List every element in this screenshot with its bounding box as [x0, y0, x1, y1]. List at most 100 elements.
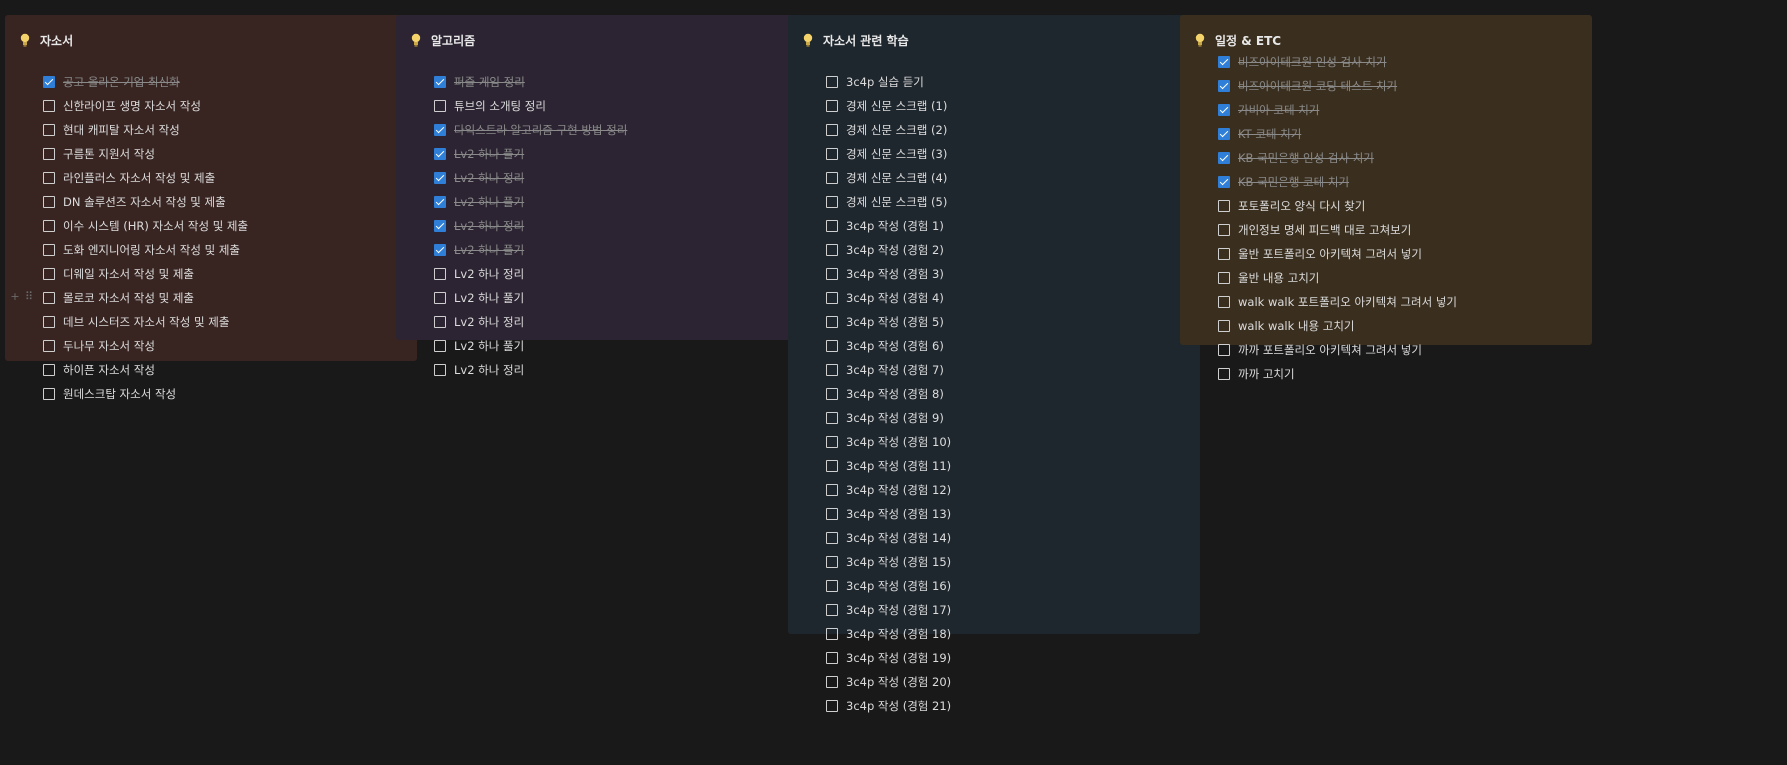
- todo-checkbox[interactable]: [1218, 176, 1230, 188]
- todo-item[interactable]: 3c4p 작성 (경험 4): [788, 286, 1200, 310]
- todo-checkbox[interactable]: [826, 268, 838, 280]
- todo-checkbox[interactable]: [826, 220, 838, 232]
- todo-checkbox[interactable]: [43, 244, 55, 256]
- todo-item[interactable]: 3c4p 작성 (경험 9): [788, 406, 1200, 430]
- todo-item[interactable]: 3c4p 작성 (경험 8): [788, 382, 1200, 406]
- todo-checkbox[interactable]: [1218, 152, 1230, 164]
- todo-item[interactable]: 3c4p 실습 듣기: [788, 70, 1200, 94]
- todo-item[interactable]: Lv2 하나 풀기: [396, 238, 808, 262]
- todo-item[interactable]: 3c4p 작성 (경험 12): [788, 478, 1200, 502]
- todo-checkbox[interactable]: [826, 196, 838, 208]
- todo-checkbox[interactable]: [434, 220, 446, 232]
- todo-item[interactable]: KB 국민은행 코테 치기: [1180, 170, 1592, 194]
- todo-checkbox[interactable]: [1218, 80, 1230, 92]
- todo-checkbox[interactable]: [434, 172, 446, 184]
- todo-checkbox[interactable]: [434, 244, 446, 256]
- todo-item[interactable]: 3c4p 작성 (경험 16): [788, 574, 1200, 598]
- todo-checkbox[interactable]: [43, 172, 55, 184]
- todo-item[interactable]: 경제 신문 스크랩 (5): [788, 190, 1200, 214]
- todo-item[interactable]: 신한라이프 생명 자소서 작성: [5, 94, 417, 118]
- todo-checkbox[interactable]: [826, 604, 838, 616]
- todo-checkbox[interactable]: [43, 364, 55, 376]
- todo-item[interactable]: Lv2 하나 정리: [396, 358, 808, 382]
- todo-checkbox[interactable]: [826, 508, 838, 520]
- todo-item[interactable]: Lv2 하나 풀기: [396, 334, 808, 358]
- todo-checkbox[interactable]: [43, 148, 55, 160]
- todo-item[interactable]: 개인정보 명세 피드백 대로 고쳐보기: [1180, 218, 1592, 242]
- todo-checkbox[interactable]: [43, 292, 55, 304]
- todo-checkbox[interactable]: [826, 100, 838, 112]
- todo-checkbox[interactable]: [826, 172, 838, 184]
- todo-checkbox[interactable]: [1218, 248, 1230, 260]
- todo-checkbox[interactable]: [434, 76, 446, 88]
- todo-item[interactable]: DN 솔루션즈 자소서 작성 및 제출: [5, 190, 417, 214]
- drag-handle-icon[interactable]: ⠿: [24, 291, 34, 303]
- todo-item[interactable]: 3c4p 작성 (경험 15): [788, 550, 1200, 574]
- todo-checkbox[interactable]: [43, 268, 55, 280]
- todo-checkbox[interactable]: [43, 76, 55, 88]
- todo-checkbox[interactable]: [434, 316, 446, 328]
- todo-checkbox[interactable]: [43, 124, 55, 136]
- todo-checkbox[interactable]: [1218, 344, 1230, 356]
- todo-item[interactable]: 3c4p 작성 (경험 3): [788, 262, 1200, 286]
- todo-checkbox[interactable]: [826, 244, 838, 256]
- todo-checkbox[interactable]: [434, 124, 446, 136]
- todo-item[interactable]: 원데스크탑 자소서 작성: [5, 382, 417, 406]
- todo-item[interactable]: 3c4p 작성 (경험 2): [788, 238, 1200, 262]
- todo-item[interactable]: 3c4p 작성 (경험 10): [788, 430, 1200, 454]
- todo-checkbox[interactable]: [826, 292, 838, 304]
- todo-item[interactable]: 까까 포트폴리오 아키텍쳐 그려서 넣기: [1180, 338, 1592, 362]
- todo-checkbox[interactable]: [1218, 200, 1230, 212]
- todo-checkbox[interactable]: [43, 220, 55, 232]
- todo-checkbox[interactable]: [1218, 128, 1230, 140]
- todo-item[interactable]: 라인플러스 자소서 작성 및 제출: [5, 166, 417, 190]
- todo-item[interactable]: 이수 시스템 (HR) 자소서 작성 및 제출: [5, 214, 417, 238]
- todo-checkbox[interactable]: [826, 412, 838, 424]
- todo-item[interactable]: 3c4p 작성 (경험 13): [788, 502, 1200, 526]
- todo-checkbox[interactable]: [826, 460, 838, 472]
- todo-checkbox[interactable]: [434, 364, 446, 376]
- todo-checkbox[interactable]: [434, 268, 446, 280]
- todo-checkbox[interactable]: [1218, 272, 1230, 284]
- todo-item[interactable]: Lv2 하나 풀기: [396, 190, 808, 214]
- todo-checkbox[interactable]: [434, 100, 446, 112]
- todo-checkbox[interactable]: [1218, 368, 1230, 380]
- plus-icon[interactable]: +: [10, 291, 20, 303]
- todo-item[interactable]: Lv2 하나 정리: [396, 262, 808, 286]
- todo-checkbox[interactable]: [43, 316, 55, 328]
- todo-item[interactable]: 울반 포트폴리오 아키텍쳐 그려서 넣기: [1180, 242, 1592, 266]
- todo-checkbox[interactable]: [43, 388, 55, 400]
- todo-checkbox[interactable]: [43, 196, 55, 208]
- todo-checkbox[interactable]: [1218, 296, 1230, 308]
- todo-item[interactable]: 디웨일 자소서 작성 및 제출: [5, 262, 417, 286]
- todo-item[interactable]: 3c4p 작성 (경험 17): [788, 598, 1200, 622]
- todo-item[interactable]: Lv2 하나 풀기: [396, 142, 808, 166]
- todo-item[interactable]: 3c4p 작성 (경험 5): [788, 310, 1200, 334]
- todo-checkbox[interactable]: [826, 364, 838, 376]
- todo-checkbox[interactable]: [826, 700, 838, 712]
- todo-item[interactable]: 3c4p 작성 (경험 6): [788, 334, 1200, 358]
- todo-item[interactable]: 까까 고치기: [1180, 362, 1592, 386]
- todo-item[interactable]: Lv2 하나 풀기: [396, 286, 808, 310]
- todo-checkbox[interactable]: [826, 316, 838, 328]
- todo-checkbox[interactable]: [826, 340, 838, 352]
- todo-item[interactable]: walk walk 내용 고치기: [1180, 314, 1592, 338]
- todo-item[interactable]: 3c4p 작성 (경험 1): [788, 214, 1200, 238]
- todo-checkbox[interactable]: [1218, 56, 1230, 68]
- column-header[interactable]: 일정 & ETC: [1180, 28, 1592, 52]
- todo-item[interactable]: 3c4p 작성 (경험 11): [788, 454, 1200, 478]
- todo-item[interactable]: 경제 신문 스크랩 (1): [788, 94, 1200, 118]
- todo-item[interactable]: 도화 엔지니어링 자소서 작성 및 제출: [5, 238, 417, 262]
- todo-item[interactable]: 3c4p 작성 (경험 18): [788, 622, 1200, 646]
- todo-item[interactable]: 튜브의 소개팅 정리: [396, 94, 808, 118]
- todo-item[interactable]: Lv2 하나 정리: [396, 166, 808, 190]
- todo-item[interactable]: 다익스트라 알고리즘 구현 방법 정리: [396, 118, 808, 142]
- column-header[interactable]: 알고리즘: [396, 28, 808, 52]
- todo-checkbox[interactable]: [826, 676, 838, 688]
- todo-item[interactable]: 현대 캐피탈 자소서 작성: [5, 118, 417, 142]
- todo-item[interactable]: KT 코테 치기: [1180, 122, 1592, 146]
- todo-checkbox[interactable]: [826, 388, 838, 400]
- todo-checkbox[interactable]: [826, 532, 838, 544]
- todo-checkbox[interactable]: [434, 148, 446, 160]
- todo-item[interactable]: 3c4p 작성 (경험 19): [788, 646, 1200, 670]
